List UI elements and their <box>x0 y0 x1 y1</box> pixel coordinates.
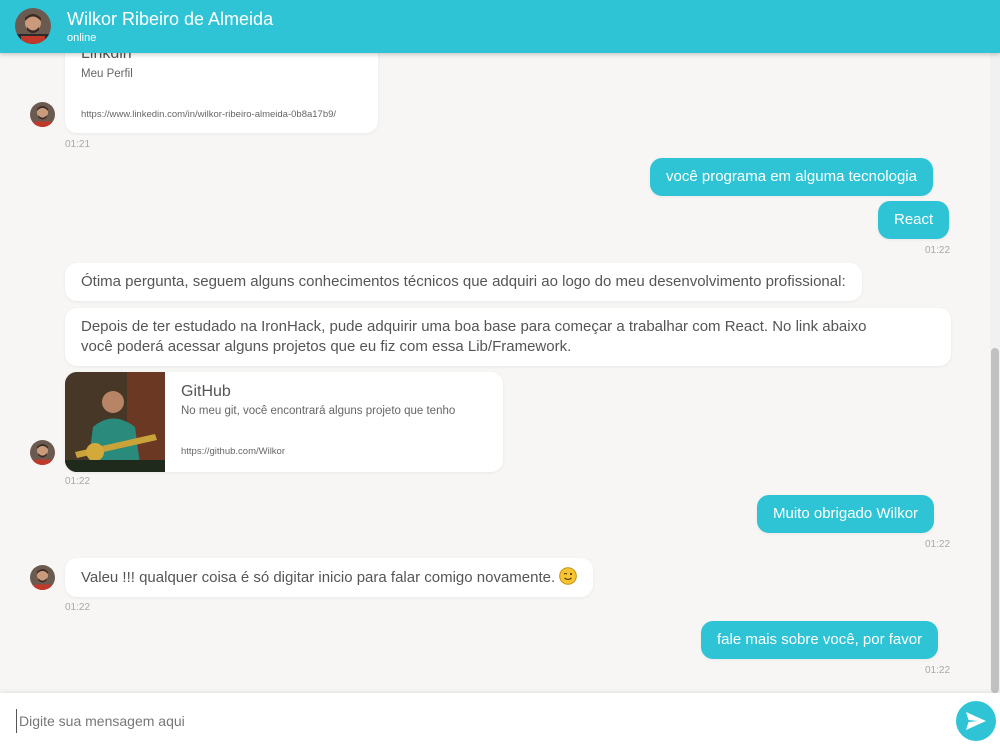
link-card-title: GitHub <box>181 383 231 400</box>
message-list[interactable]: Linkdin Meu Perfil https://www.linkedin.… <box>0 53 1000 693</box>
link-card-url[interactable]: https://github.com/Wilkor <box>181 446 285 457</box>
bot-avatar <box>30 565 55 590</box>
scrollbar-thumb[interactable] <box>991 348 999 693</box>
chat-header: Wilkor Ribeiro de Almeida online <box>0 0 1000 53</box>
sent-message: você programa em alguma tecnologia <box>650 158 933 196</box>
link-card-description: Meu Perfil <box>81 68 133 80</box>
message-line: você poderá acessar alguns projetos que … <box>81 338 572 355</box>
message-text: Valeu !!! qualquer coisa é só digitar in… <box>81 569 556 586</box>
send-icon <box>966 712 986 730</box>
contact-status: online <box>67 32 97 44</box>
received-message: Ótima pergunta, seguem alguns conhecimen… <box>65 263 862 301</box>
sent-message: Muito obrigado Wilkor <box>757 495 935 533</box>
message-time: 01:21 <box>65 139 91 150</box>
link-card-url[interactable]: https://www.linkedin.com/in/wilkor-ribei… <box>81 109 336 120</box>
send-button[interactable] <box>956 701 996 741</box>
bot-avatar <box>30 102 55 127</box>
contact-name: Wilkor Ribeiro de Almeida <box>67 9 274 29</box>
github-thumbnail <box>65 372 165 472</box>
link-card-github[interactable]: GitHub No meu git, você encontrará algun… <box>65 372 503 472</box>
message-time: 01:22 <box>925 665 951 676</box>
message-time: 01:22 <box>65 602 91 613</box>
message-composer <box>0 693 1000 750</box>
message-line: Depois de ter estudado na IronHack, pude… <box>81 318 867 335</box>
link-card-description: No meu git, você encontrará alguns proje… <box>181 405 456 417</box>
link-card-linkedin[interactable]: Linkdin Meu Perfil https://www.linkedin.… <box>65 53 378 133</box>
message-time: 01:22 <box>925 539 951 550</box>
received-message: Valeu !!! qualquer coisa é só digitar in… <box>65 558 594 597</box>
sent-message: fale mais sobre você, por favor <box>701 621 939 659</box>
contact-avatar[interactable] <box>15 8 51 44</box>
chat-scrollbar[interactable] <box>990 53 1000 693</box>
message-time: 01:22 <box>65 476 91 487</box>
message-time: 01:22 <box>925 245 951 256</box>
link-card-title: Linkdin <box>81 53 132 62</box>
bot-avatar <box>30 440 55 465</box>
wink-emoji-icon <box>559 567 578 585</box>
message-input[interactable] <box>16 709 936 733</box>
sent-message: React <box>878 201 950 239</box>
received-message: Depois de ter estudado na IronHack, pude… <box>65 308 951 366</box>
